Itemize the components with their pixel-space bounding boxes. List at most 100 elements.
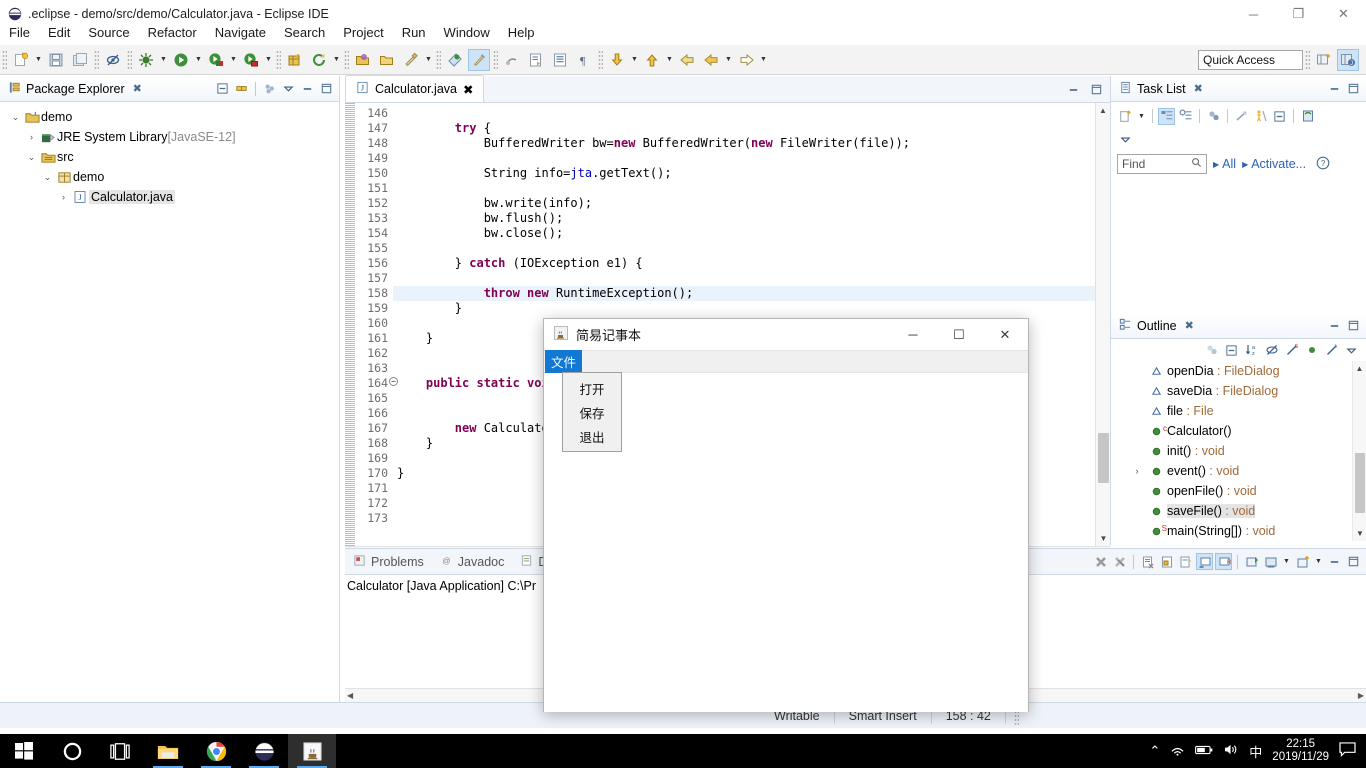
refresh-icon[interactable] bbox=[308, 49, 330, 71]
task-find-input[interactable]: Find bbox=[1117, 154, 1207, 174]
scroll-thumb[interactable] bbox=[1098, 433, 1109, 483]
toolbar-grip[interactable] bbox=[2, 49, 7, 70]
hide-local-types-icon[interactable]: L bbox=[1323, 342, 1340, 359]
focus-on-active-task-icon[interactable] bbox=[1203, 342, 1220, 359]
help-icon[interactable]: ? bbox=[1316, 156, 1330, 173]
toolbar-grip-9[interactable] bbox=[1305, 49, 1310, 70]
outline-item-openfile-[interactable]: openFile() : void bbox=[1111, 481, 1366, 501]
restore-task-icon[interactable] bbox=[1299, 108, 1316, 125]
terminate-all-icon[interactable] bbox=[1111, 553, 1128, 570]
tab-package-explorer[interactable]: Package Explorer ✖ bbox=[0, 76, 150, 102]
menu-item-open[interactable]: 打开 bbox=[563, 376, 621, 400]
dialog-minimize-button[interactable]: ─ bbox=[890, 319, 936, 351]
maximize-icon[interactable] bbox=[1088, 81, 1105, 98]
pilcrow-icon[interactable]: ¶ bbox=[573, 49, 595, 71]
tab-task-list[interactable]: Task List ✖ bbox=[1111, 76, 1211, 102]
view-menu-icon[interactable] bbox=[280, 80, 297, 97]
tab-outline[interactable]: Outline ✖ bbox=[1111, 313, 1202, 339]
file-explorer-button[interactable] bbox=[144, 734, 192, 768]
outline-item-calculator-[interactable]: c Calculator() bbox=[1111, 421, 1366, 441]
toolbar-grip-6[interactable] bbox=[436, 49, 441, 70]
code-line[interactable]: try { bbox=[393, 121, 1095, 136]
tab-problems[interactable]: Problems bbox=[345, 554, 432, 570]
menu-refactor[interactable]: Refactor bbox=[139, 23, 206, 42]
code-line[interactable] bbox=[393, 151, 1095, 166]
code-line[interactable]: String info=jta.getText(); bbox=[393, 166, 1095, 181]
menu-help[interactable]: Help bbox=[499, 23, 544, 42]
previous-dropdown-arrow[interactable]: ▼ bbox=[723, 49, 734, 71]
menu-file[interactable]: File bbox=[0, 23, 39, 42]
scroll-right-arrow[interactable]: ▶ bbox=[1358, 691, 1364, 700]
quick-access-input[interactable]: Quick Access bbox=[1198, 49, 1303, 70]
close-icon[interactable]: ✖ bbox=[463, 82, 473, 97]
outline-item-init-[interactable]: init() : void bbox=[1111, 441, 1366, 461]
scheduled-presentation-icon[interactable] bbox=[1177, 108, 1194, 125]
tree-item-jre-system-library[interactable]: › JRE System Library [JavaSE-12] bbox=[0, 127, 339, 147]
open-resource-icon[interactable] bbox=[376, 49, 398, 71]
new-console-dropdown-arrow[interactable]: ▼ bbox=[1313, 551, 1324, 573]
notification-icon[interactable] bbox=[1339, 742, 1362, 760]
close-icon[interactable]: ✖ bbox=[133, 82, 142, 95]
menu-edit[interactable]: Edit bbox=[39, 23, 79, 42]
search-dropdown-arrow[interactable]: ▼ bbox=[423, 49, 434, 71]
outline-item-main-string-[interactable]: Smain(String[]) : void bbox=[1111, 521, 1366, 541]
chevron-down-icon[interactable]: ⌄ bbox=[40, 172, 55, 183]
perspective-java-icon[interactable]: J bbox=[1337, 48, 1359, 71]
toggle-block-selection-icon[interactable] bbox=[549, 49, 571, 71]
code-line[interactable]: bw.close(); bbox=[393, 226, 1095, 241]
menu-search[interactable]: Search bbox=[275, 23, 334, 42]
show-console-stderr-icon[interactable]: R bbox=[1215, 553, 1232, 570]
chevron-right-icon[interactable]: › bbox=[56, 192, 71, 202]
menu-item-exit[interactable]: 退出 bbox=[563, 424, 621, 448]
battery-icon[interactable] bbox=[1195, 744, 1213, 759]
back-icon[interactable] bbox=[676, 49, 698, 71]
scroll-up-arrow[interactable]: ▲ bbox=[1353, 361, 1366, 376]
new-task-icon[interactable] bbox=[1117, 108, 1134, 125]
forward-icon[interactable] bbox=[735, 49, 757, 71]
toolbar-grip-2[interactable] bbox=[94, 49, 99, 70]
close-icon[interactable]: ✖ bbox=[1194, 82, 1203, 95]
toolbar-grip-3[interactable] bbox=[127, 49, 132, 70]
chevron-right-icon[interactable]: › bbox=[24, 132, 39, 142]
dialog-menu-file[interactable]: 文件 bbox=[545, 350, 583, 373]
tree-item-calculator-java[interactable]: › J Calculator.java bbox=[0, 187, 339, 207]
minimize-icon[interactable] bbox=[1326, 317, 1343, 334]
save-icon[interactable] bbox=[45, 49, 67, 71]
code-line[interactable] bbox=[393, 271, 1095, 286]
outline-item-savefile-[interactable]: saveFile() : void bbox=[1111, 501, 1366, 521]
code-line[interactable]: bw.flush(); bbox=[393, 211, 1095, 226]
dialog-maximize-button[interactable]: ☐ bbox=[936, 319, 982, 351]
hide-non-public-icon[interactable] bbox=[1303, 342, 1320, 359]
tab-calculator-java[interactable]: J Calculator.java ✖ bbox=[345, 75, 485, 102]
activate-task-icon[interactable] bbox=[1252, 108, 1269, 125]
categorized-presentation-icon[interactable] bbox=[1158, 107, 1175, 125]
open-type-icon[interactable] bbox=[352, 49, 374, 71]
code-line[interactable] bbox=[393, 181, 1095, 196]
pin-editor-icon[interactable] bbox=[444, 49, 466, 71]
new-dropdown-arrow[interactable]: ▼ bbox=[33, 49, 44, 71]
run-icon[interactable] bbox=[170, 49, 192, 71]
speaker-icon[interactable] bbox=[1223, 743, 1239, 759]
outline-item-event-[interactable]: › event() : void bbox=[1111, 461, 1366, 481]
tab-javadoc[interactable]: @ Javadoc bbox=[432, 554, 513, 570]
scroll-down-arrow[interactable]: ▼ bbox=[1353, 526, 1366, 541]
download-dropdown-arrow[interactable]: ▼ bbox=[629, 49, 640, 71]
toolbar-grip-5[interactable] bbox=[344, 49, 349, 70]
toolbar-grip-7[interactable] bbox=[493, 49, 498, 70]
open-perspective-icon[interactable] bbox=[1313, 49, 1335, 71]
tree-item-demo[interactable]: ⌄ demo bbox=[0, 167, 339, 187]
maximize-icon[interactable] bbox=[1345, 80, 1362, 97]
download-icon[interactable] bbox=[606, 49, 628, 71]
next-annotation-icon[interactable] bbox=[501, 49, 523, 71]
hide-static-icon[interactable]: S bbox=[1283, 342, 1300, 359]
code-line[interactable]: } bbox=[393, 301, 1095, 316]
code-line[interactable]: BufferedWriter bw=new BufferedWriter(new… bbox=[393, 136, 1095, 151]
collapse-all-icon[interactable] bbox=[1223, 342, 1240, 359]
toolbar-grip-4[interactable] bbox=[276, 49, 281, 70]
chrome-button[interactable] bbox=[192, 734, 240, 768]
chevron-right-icon[interactable]: › bbox=[1129, 466, 1145, 476]
menu-item-save[interactable]: 保存 bbox=[563, 400, 621, 424]
view-menu-icon[interactable] bbox=[1343, 342, 1360, 359]
new-file-icon[interactable] bbox=[10, 49, 32, 71]
collapse-all-icon[interactable] bbox=[1271, 108, 1288, 125]
